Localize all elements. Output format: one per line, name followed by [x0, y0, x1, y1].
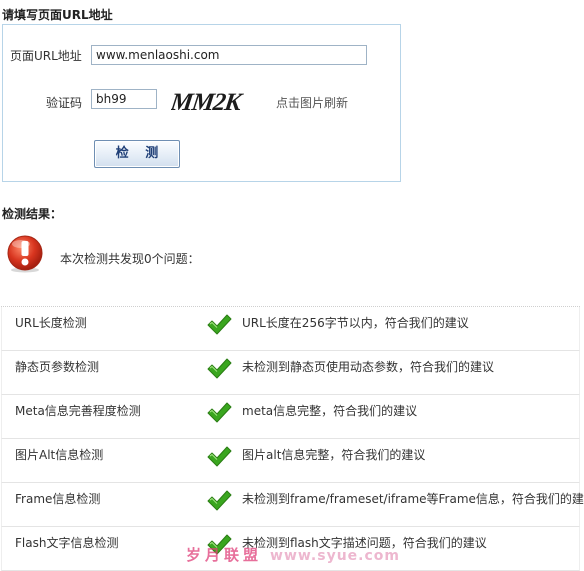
result-check-detail: URL长度在256字节以内，符合我们的建议: [242, 316, 469, 330]
refresh-captcha-link[interactable]: 点击图片刷新: [276, 94, 348, 111]
result-check-name: Frame信息检测: [15, 492, 101, 506]
green-checkmark-icon: [206, 445, 232, 467]
red-exclamation-icon: [7, 235, 43, 273]
url-input[interactable]: [91, 45, 367, 65]
form-section-title: 请填写页面URL地址: [2, 8, 113, 22]
result-check-name: 图片Alt信息检测: [15, 448, 104, 462]
result-section-title: 检测结果：: [2, 207, 63, 221]
watermark-brand: 岁月联盟: [186, 546, 263, 564]
url-form: 页面URL地址 验证码 MM2K 点击图片刷新 检 测: [2, 24, 401, 182]
result-row: 图片Alt信息检测 图片alt信息完整，符合我们的建议: [1, 439, 580, 483]
watermark: 岁月联盟 www.syue.com: [186, 544, 400, 565]
watermark-url: www.syue.com: [270, 548, 400, 564]
result-check-detail: meta信息完整，符合我们的建议: [242, 404, 418, 418]
result-row: URL长度检测 URL长度在256字节以内，符合我们的建议: [1, 307, 580, 351]
captcha-image-text: MM2K: [171, 89, 246, 116]
green-checkmark-icon: [206, 401, 232, 423]
result-row: Meta信息完善程度检测 meta信息完整，符合我们的建议: [1, 395, 580, 439]
results-table: URL长度检测 URL长度在256字节以内，符合我们的建议静态页参数检测 未检测到静…: [1, 306, 584, 571]
captcha-input[interactable]: [91, 89, 157, 109]
result-check-detail: 未检测到静态页使用动态参数，符合我们的建议: [242, 360, 495, 374]
check-button[interactable]: 检 测: [94, 140, 180, 168]
result-summary: 本次检测共发现0个问题：: [60, 252, 200, 266]
captcha-label: 验证码: [46, 96, 83, 110]
result-check-name: Flash文字信息检测: [15, 536, 119, 550]
result-check-name: Meta信息完善程度检测: [15, 404, 141, 418]
green-checkmark-icon: [206, 489, 232, 511]
url-label: 页面URL地址: [10, 49, 82, 63]
green-checkmark-icon: [206, 357, 232, 379]
result-check-name: 静态页参数检测: [15, 360, 100, 374]
green-checkmark-icon: [206, 313, 232, 335]
result-check-detail: 未检测到frame/frameset/iframe等Frame信息，符合我们的建…: [242, 492, 584, 506]
captcha-image[interactable]: MM2K: [171, 87, 251, 117]
result-row: Frame信息检测 未检测到frame/frameset/iframe等Frame…: [1, 483, 584, 527]
result-row: 静态页参数检测 未检测到静态页使用动态参数，符合我们的建议: [1, 351, 580, 395]
result-check-name: URL长度检测: [15, 316, 87, 330]
result-check-detail: 图片alt信息完整，符合我们的建议: [242, 448, 426, 462]
